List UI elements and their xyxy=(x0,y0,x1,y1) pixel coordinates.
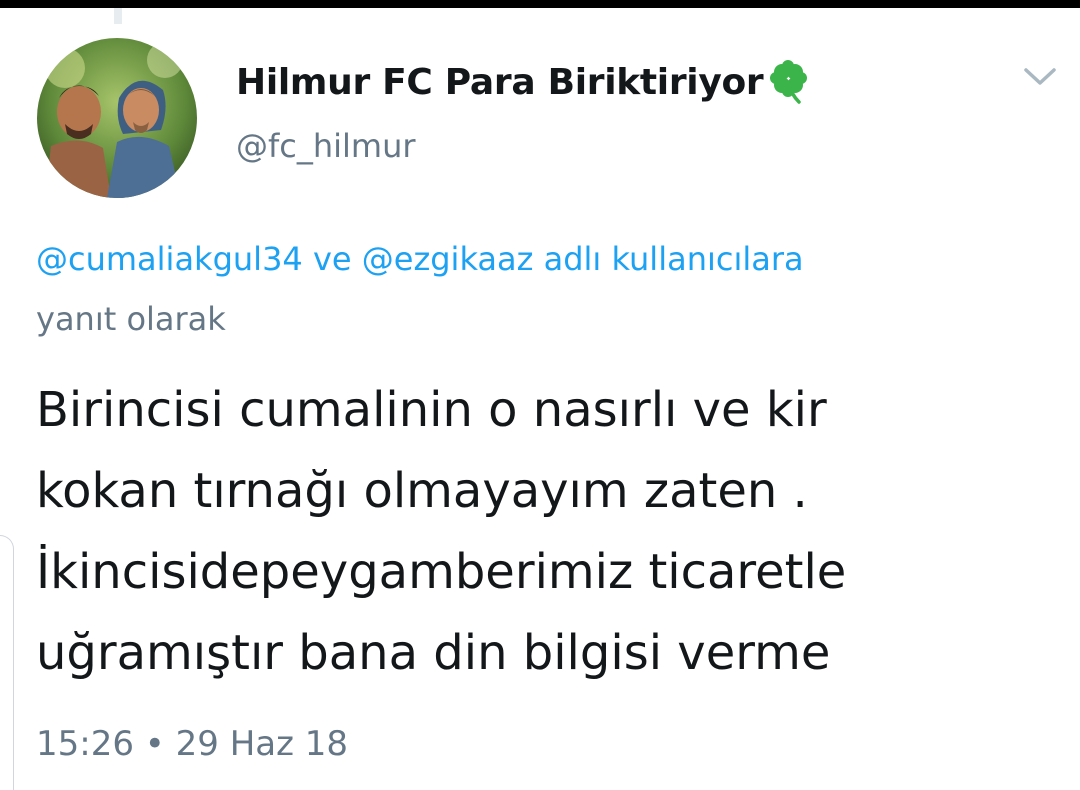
avatar-photo xyxy=(37,38,197,198)
reply-user-link[interactable]: @ezgikaaz xyxy=(362,240,534,278)
user-handle[interactable]: @fc_hilmur xyxy=(236,127,416,165)
four-leaf-clover-icon xyxy=(770,60,808,104)
tweet-time: 15:26 xyxy=(36,724,134,764)
status-bar xyxy=(0,0,1080,8)
tweet-text-line: İkincisidepeygamberimiz ticaretle xyxy=(36,544,847,600)
reply-context-line2: yanıt olarak xyxy=(36,300,226,338)
avatar[interactable] xyxy=(37,38,197,198)
display-name-text[interactable]: Hilmur FC Para Biriktiriyor xyxy=(236,62,764,103)
tweet-timestamp[interactable]: 15:26 • 29 Haz 18 xyxy=(36,724,348,764)
divider xyxy=(114,8,122,24)
reply-context: @cumaliakgul34 ve @ezgikaaz adlı kullanı… xyxy=(36,240,804,278)
adjacent-card-edge xyxy=(0,535,14,790)
reply-connector: ve xyxy=(302,240,362,278)
tweet-text-line: kokan tırnağı olmayayım zaten . xyxy=(36,463,808,519)
reply-suffix: adlı kullanıcılara xyxy=(533,240,804,278)
reply-user-link[interactable]: @cumaliakgul34 xyxy=(36,240,303,278)
tweet-date: 29 Haz 18 xyxy=(175,724,349,764)
display-name[interactable]: Hilmur FC Para Biriktiriyor xyxy=(236,60,813,104)
tweet-text-line: uğramıştır bana din bilgisi verme xyxy=(36,625,831,681)
tweet-text: Birincisi cumalinin o nasırlı ve kir kok… xyxy=(36,370,1066,694)
meta-separator: • xyxy=(133,724,176,764)
tweet-text-line: Birincisi cumalinin o nasırlı ve kir xyxy=(36,382,827,438)
chevron-down-icon[interactable] xyxy=(1022,66,1058,88)
